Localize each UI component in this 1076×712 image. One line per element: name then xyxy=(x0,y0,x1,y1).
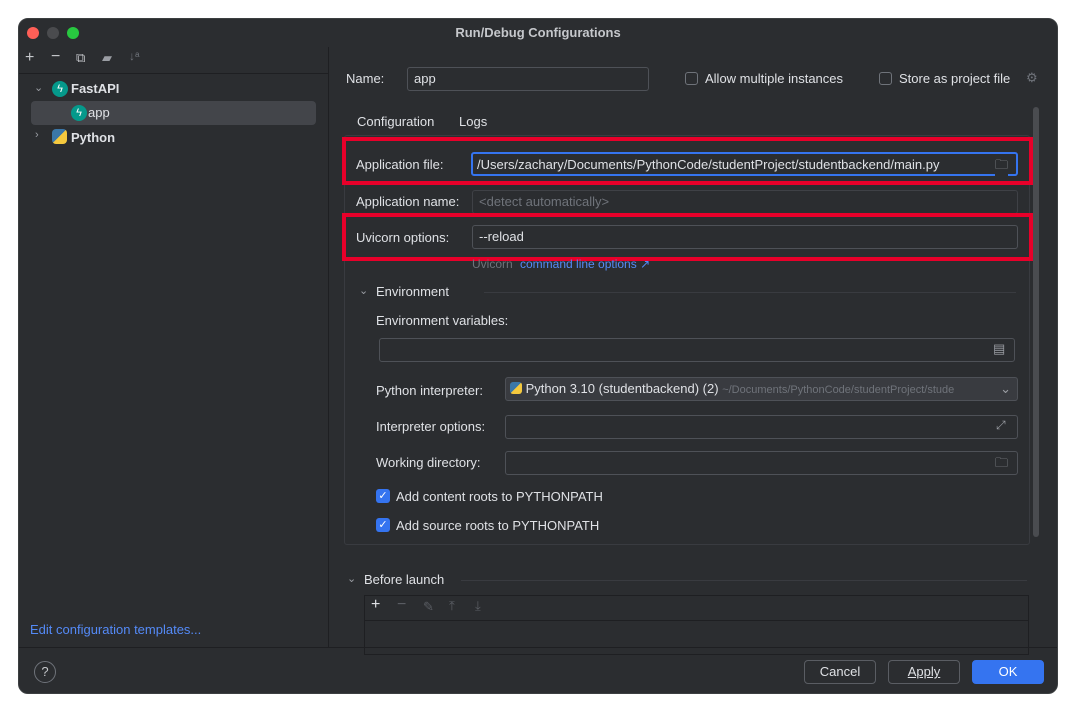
close-window-button[interactable] xyxy=(27,27,39,39)
add-icon[interactable]: + xyxy=(371,596,380,614)
window-title: Run/Debug Configurations xyxy=(455,25,621,40)
app-file-input[interactable]: /Users/zachary/Documents/PythonCode/stud… xyxy=(471,152,1018,176)
interpreter-options-label: Interpreter options: xyxy=(376,419,486,434)
allow-multiple-checkbox[interactable] xyxy=(685,72,698,85)
store-project-checkbox[interactable] xyxy=(879,72,892,85)
scrollbar[interactable] xyxy=(1033,107,1039,537)
name-input[interactable]: app xyxy=(407,67,649,91)
zoom-window-button[interactable] xyxy=(67,27,79,39)
gear-icon[interactable]: ⚙ xyxy=(1026,70,1038,86)
uvicorn-input[interactable]: --reload xyxy=(472,225,1018,249)
allow-multiple-label[interactable]: Allow multiple instances xyxy=(705,71,843,86)
sidebar: + − ⧉ ▰ ↓ᵃ ⌄ ϟ FastAPI ϟ app › Python Ed… xyxy=(19,47,329,647)
environment-section[interactable]: Environment xyxy=(376,284,449,299)
cancel-button[interactable]: Cancel xyxy=(804,660,876,684)
content-roots-label[interactable]: Add content roots to PYTHONPATH xyxy=(396,489,603,504)
interpreter-path: ~/Documents/PythonCode/studentProject/st… xyxy=(722,384,955,396)
tree-item-label: app xyxy=(88,105,110,120)
tree-item-app[interactable]: ϟ app xyxy=(31,101,316,125)
uvicorn-label: Uvicorn options: xyxy=(356,230,450,245)
new-folder-icon[interactable]: ▰ xyxy=(102,50,112,66)
before-launch-list: + − ✎ ⤒ ⤓ xyxy=(364,595,1029,655)
folder-icon[interactable]: 🗀 xyxy=(995,156,1009,178)
source-roots-checkbox[interactable]: ✓ xyxy=(376,518,390,532)
remove-icon[interactable]: − xyxy=(397,596,406,614)
chevron-down-icon[interactable]: ⌄ xyxy=(359,284,368,297)
uvicorn-hint: Uvicorn xyxy=(472,257,513,271)
interpreter-options-input[interactable] xyxy=(505,415,1018,439)
chevron-down-icon[interactable]: ⌄ xyxy=(347,572,356,585)
edit-list-icon[interactable]: ▤ xyxy=(993,341,1005,357)
before-launch-section[interactable]: Before launch xyxy=(364,572,444,587)
app-name-input[interactable]: <detect automatically> xyxy=(472,190,1018,214)
ok-button[interactable]: OK xyxy=(972,660,1044,684)
copy-icon[interactable]: ⧉ xyxy=(76,50,85,66)
app-file-label: Application file: xyxy=(356,157,444,172)
fastapi-icon: ϟ xyxy=(52,81,68,97)
expand-icon[interactable]: ⤢ xyxy=(996,418,1006,433)
move-down-icon[interactable]: ⤓ xyxy=(475,598,481,614)
tree-item-python[interactable]: Python xyxy=(71,130,115,145)
sort-icon[interactable]: ↓ᵃ xyxy=(129,49,139,63)
interpreter-label: Python interpreter: xyxy=(376,383,483,398)
remove-icon[interactable]: − xyxy=(51,48,60,66)
tab-logs[interactable]: Logs xyxy=(459,114,487,129)
content-roots-checkbox[interactable]: ✓ xyxy=(376,489,390,503)
help-button[interactable]: ? xyxy=(34,661,56,683)
tab-configuration[interactable]: Configuration xyxy=(357,114,434,129)
store-project-label[interactable]: Store as project file xyxy=(899,71,1010,86)
chevron-down-icon[interactable]: ⌄ xyxy=(34,81,43,94)
apply-button[interactable]: Apply xyxy=(888,660,960,684)
edit-icon[interactable]: ✎ xyxy=(423,599,434,615)
env-vars-input[interactable] xyxy=(379,338,1015,362)
name-label: Name: xyxy=(346,71,385,86)
chevron-right-icon[interactable]: › xyxy=(35,129,39,141)
chevron-down-icon: ⌄ xyxy=(1000,378,1011,400)
python-icon xyxy=(510,382,522,394)
run-debug-dialog: Run/Debug Configurations + − ⧉ ▰ ↓ᵃ ⌄ ϟ … xyxy=(18,18,1058,694)
add-icon[interactable]: + xyxy=(25,49,34,67)
fastapi-icon: ϟ xyxy=(71,105,87,121)
interpreter-value: Python 3.10 (studentbackend) (2) xyxy=(525,381,719,396)
app-name-label: Application name: xyxy=(356,194,460,209)
edit-templates-link[interactable]: Edit configuration templates... xyxy=(30,622,201,637)
workdir-input[interactable] xyxy=(505,451,1018,475)
folder-icon[interactable]: 🗀 xyxy=(995,454,1008,476)
source-roots-label[interactable]: Add source roots to PYTHONPATH xyxy=(396,518,599,533)
tree-item-fastapi[interactable]: FastAPI xyxy=(71,81,119,96)
uvicorn-docs-link[interactable]: command line options ↗ xyxy=(520,257,650,271)
python-icon xyxy=(52,129,67,144)
move-up-icon[interactable]: ⤒ xyxy=(449,598,455,614)
interpreter-select[interactable]: Python 3.10 (studentbackend) (2) ~/Docum… xyxy=(505,377,1018,401)
workdir-label: Working directory: xyxy=(376,455,481,470)
env-vars-label: Environment variables: xyxy=(376,313,509,328)
minimize-window-button[interactable] xyxy=(47,27,59,39)
